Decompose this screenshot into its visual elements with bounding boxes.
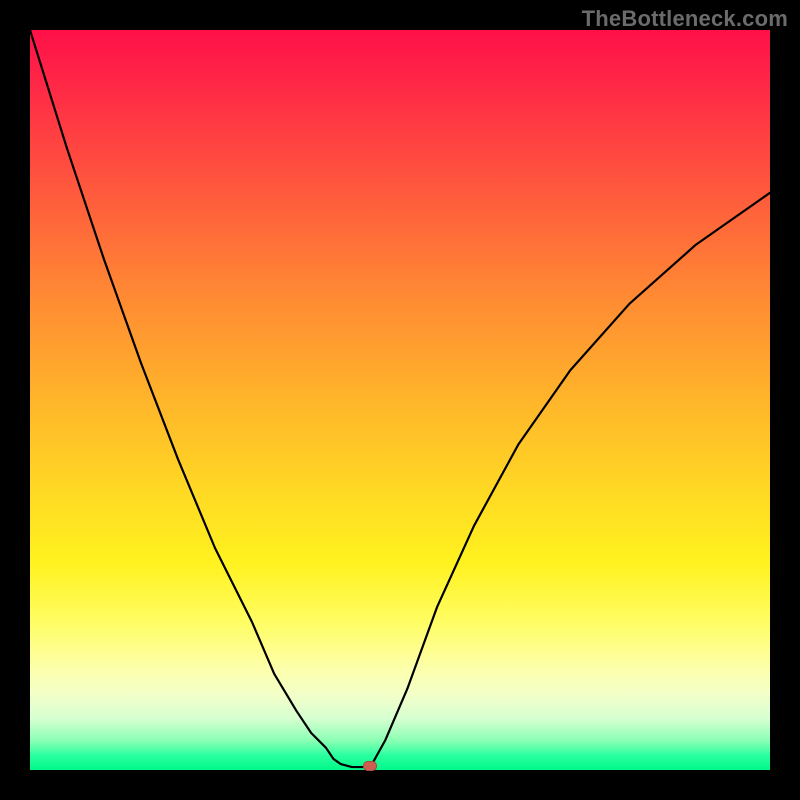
chart-plot-area — [30, 30, 770, 770]
optimal-point-marker — [363, 761, 377, 771]
chart-frame: TheBottleneck.com — [0, 0, 800, 800]
watermark-text: TheBottleneck.com — [582, 6, 788, 32]
bottleneck-curve — [30, 30, 770, 770]
curve-path — [30, 30, 770, 767]
